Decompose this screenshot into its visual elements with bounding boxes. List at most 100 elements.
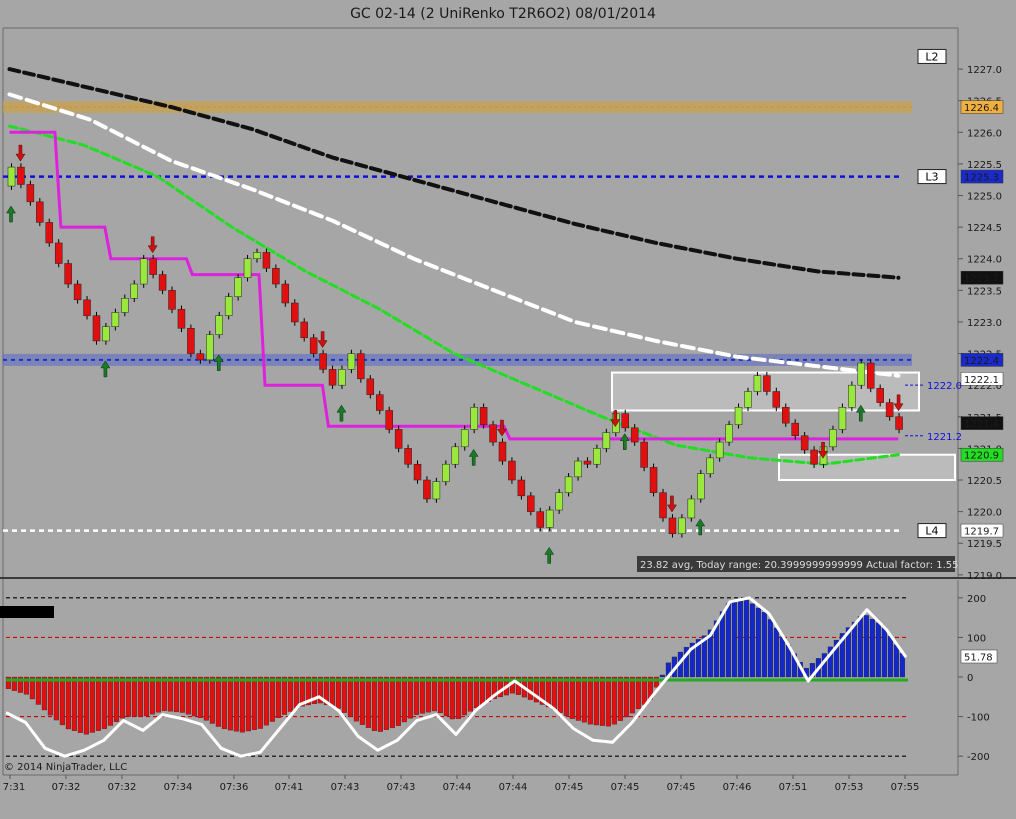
price-tag-text: 1221.4: [964, 419, 999, 430]
bar-down: [489, 424, 497, 443]
bar-down: [319, 353, 327, 370]
hist-bar-negative: [191, 676, 197, 717]
zone-price-label: 1222.0: [927, 381, 962, 392]
hist-bar-negative: [263, 676, 269, 726]
bar-up: [744, 391, 752, 408]
price-tick-label: 1219.5: [967, 539, 1002, 550]
price-tag-text: 1222.4: [964, 356, 999, 367]
bar-down: [366, 378, 375, 395]
bar-down: [196, 353, 205, 361]
price-tick-label: 1224.5: [967, 223, 1002, 234]
hist-bar-negative: [407, 676, 413, 719]
hist-bar-negative: [419, 676, 425, 714]
bar-up: [678, 517, 686, 534]
osc-tick-label: 0: [967, 673, 973, 684]
bar-up: [206, 334, 214, 361]
bar-down: [866, 362, 875, 389]
osc-value-tag: 51.78: [960, 649, 998, 664]
bar-up: [121, 298, 129, 313]
hist-bar-negative: [203, 676, 209, 721]
bar-down: [92, 315, 101, 342]
bar-up: [555, 492, 563, 511]
level-band: [3, 101, 912, 114]
time-tick-label: 07:45: [611, 782, 640, 793]
bar-up: [697, 473, 705, 500]
hist-bar-positive: [749, 603, 755, 678]
bar-down: [536, 511, 545, 528]
hist-bar-negative: [341, 676, 347, 713]
hist-bar-positive: [851, 621, 857, 678]
hist-bar-negative: [251, 676, 257, 730]
hist-bar-negative: [83, 676, 89, 735]
hist-bar-negative: [221, 676, 227, 730]
bar-down: [272, 267, 280, 285]
bar-down: [300, 321, 308, 339]
bar-down: [423, 479, 431, 500]
hist-bar-negative: [431, 676, 437, 712]
hist-bar-negative: [455, 676, 461, 719]
hist-bar-negative: [89, 676, 95, 733]
hist-bar-negative: [449, 676, 455, 720]
hist-bar-negative: [563, 676, 569, 716]
price-tag-text: 1222.1: [964, 375, 999, 386]
price-tick-label: 1224.0: [967, 255, 1002, 266]
hist-bar-negative: [371, 676, 377, 731]
bar-down: [177, 309, 186, 329]
hist-bar-negative: [347, 676, 353, 718]
hist-bar-negative: [395, 676, 401, 726]
bar-up: [139, 258, 148, 285]
hist-bar-negative: [551, 676, 557, 710]
hist-bar-negative: [167, 676, 173, 712]
hist-bar-negative: [437, 676, 443, 714]
bar-down: [328, 369, 337, 386]
hist-bar-negative: [257, 676, 263, 729]
hist-bar-positive: [887, 635, 893, 678]
time-tick-label: 07:53: [835, 782, 864, 793]
time-tick-label: 07:51: [779, 782, 808, 793]
hist-bar-negative: [239, 676, 245, 733]
hist-bar-positive: [767, 619, 773, 678]
hist-bar-negative: [95, 676, 101, 731]
time-tick-label: 07:34: [164, 782, 193, 793]
level-label: L3: [925, 171, 938, 184]
price-tick-label: 1223.5: [967, 286, 1002, 297]
bar-up: [224, 296, 233, 316]
hist-bar-positive: [731, 602, 737, 678]
bar-up: [848, 384, 856, 408]
price-tick-label: 1219.0: [967, 571, 1002, 582]
bar-up: [602, 432, 611, 449]
time-tick-label: 07:55: [891, 782, 920, 793]
price-tick-label: 1225.5: [967, 160, 1002, 171]
bar-up: [7, 166, 16, 187]
hist-bar-positive: [881, 627, 887, 678]
hist-bar-negative: [185, 676, 191, 715]
hist-bar-negative: [101, 676, 107, 729]
osc-tick-label: 200: [967, 594, 986, 605]
hist-bar-negative: [425, 676, 431, 713]
osc-tick-label: -200: [967, 752, 990, 763]
hist-bar-negative: [293, 676, 299, 709]
price-tick-label: 1227.0: [967, 65, 1002, 76]
bar-down: [45, 222, 54, 244]
bar-down: [36, 201, 44, 223]
hist-bar-negative: [47, 676, 53, 716]
chart-canvas: GC 02-14 (2 UniRenko T2R6O2) 08/01/2014 …: [0, 0, 1016, 819]
hist-bar-negative: [107, 676, 113, 726]
time-tick-label: 07:32: [52, 782, 81, 793]
hist-bar-negative: [281, 676, 287, 715]
stats-text: 23.82 avg, Today range: 20.3999999999999…: [640, 560, 959, 571]
bar-down: [83, 299, 91, 316]
zone-price-label: 1221.2: [927, 432, 962, 443]
price-tick-label: 1223.0: [967, 318, 1002, 329]
hist-bar-negative: [137, 676, 143, 717]
bar-up: [253, 252, 261, 259]
hist-bar-positive: [779, 636, 785, 678]
level-label: L2: [925, 50, 938, 63]
time-tick-label: 07:43: [387, 782, 416, 793]
price-tick-label: 1220.0: [967, 508, 1002, 519]
bar-up: [347, 353, 356, 370]
price-tag-text: 1223.7: [964, 274, 999, 285]
hist-bar-negative: [581, 676, 587, 723]
bar-down: [73, 283, 82, 301]
bar-down: [26, 184, 35, 203]
